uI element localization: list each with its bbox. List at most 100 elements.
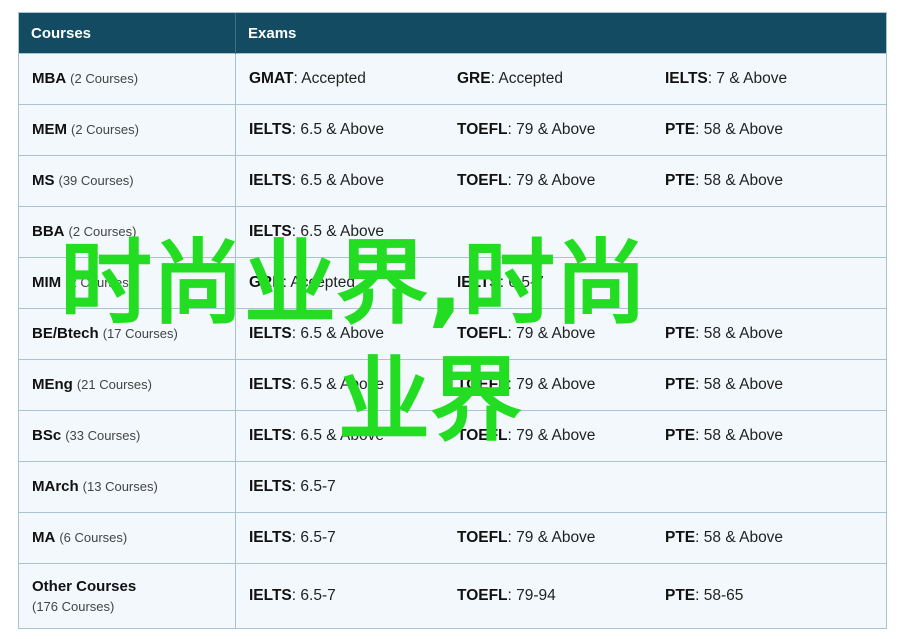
exam-name: IELTS — [249, 223, 292, 240]
course-name: MA — [32, 529, 56, 546]
course-cell: BSc (33 Courses) — [19, 410, 236, 462]
exam-name: PTE — [665, 325, 696, 342]
exam-name: PTE — [665, 587, 696, 604]
exam-requirement: TOEFL: 79 & Above — [457, 427, 665, 445]
exam-name: IELTS — [249, 172, 292, 189]
exam-requirement: TOEFL: 79-94 — [457, 587, 665, 605]
exam-score: : 6.5 & Above — [291, 121, 384, 138]
exam-score: : 79-94 — [507, 587, 556, 604]
table-row: MArch (13 Courses) IELTS: 6.5-7 — [19, 461, 886, 513]
table-row: BE/Btech (17 Courses) IELTS: 6.5 & Above TO… — [19, 308, 886, 360]
courses-exams-table: Courses Exams MBA (2 Courses) GMAT: Accept… — [19, 13, 886, 628]
course-cell: Other Courses (176 Courses) — [19, 563, 236, 628]
exam-cell: GMAT: Accepted GRE: Accepted IELTS: 7 & Ab… — [235, 53, 886, 105]
exam-name: IELTS — [249, 427, 292, 444]
exam-name: IELTS — [249, 121, 292, 138]
exam-score: : 6.5-7 — [291, 587, 336, 604]
course-name: MBA — [32, 70, 67, 87]
course-name: BBA — [32, 223, 65, 240]
exam-name: TOEFL — [457, 172, 508, 189]
exam-requirement: TOEFL: 79 & Above — [457, 325, 665, 343]
course-cell: BBA (2 Courses) — [19, 206, 236, 258]
exam-name: TOEFL — [457, 376, 508, 393]
exam-score: : 6.5-7 — [291, 478, 336, 495]
course-cell: MA (6 Courses) — [19, 512, 236, 564]
exam-score: : Accepted — [282, 274, 355, 291]
exam-name: IELTS — [457, 274, 500, 291]
exam-cell: IELTS: 6.5 & Above TOEFL: 79 & Above PTE: … — [235, 104, 886, 156]
course-name: MEM — [32, 121, 67, 138]
exam-name: PTE — [665, 427, 696, 444]
exam-requirements: IELTS: 6.5-7 TOEFL: 79-94 PTE: 58-65 — [236, 587, 886, 605]
exam-name: TOEFL — [457, 121, 508, 138]
exam-requirement — [665, 274, 873, 292]
exam-cell: IELTS: 6.5-7 TOEFL: 79 & Above PTE: 58 & A… — [235, 512, 886, 564]
exam-cell: IELTS: 6.5 & Above TOEFL: 79 & Above PTE: … — [235, 155, 886, 207]
exam-requirement: GRE: Accepted — [457, 70, 665, 88]
exam-requirement: TOEFL: 79 & Above — [457, 172, 665, 190]
exam-name: PTE — [665, 376, 696, 393]
table-body: MBA (2 Courses) GMAT: Accepted GRE: Accepte… — [19, 53, 886, 628]
course-cell: MEM (2 Courses) — [19, 104, 236, 156]
exam-requirement: IELTS: 6.5-7 — [249, 587, 457, 605]
exam-requirement — [457, 478, 665, 496]
exam-requirement: IELTS: 6.5 & Above — [249, 325, 457, 343]
exam-cell: IELTS: 6.5 & Above TOEFL: 79 & Above PTE: … — [235, 410, 886, 462]
exam-requirement: PTE: 58 & Above — [665, 121, 873, 139]
exam-name: GRE — [249, 274, 283, 291]
exam-score: : 79 & Above — [507, 529, 596, 546]
table-row: MA (6 Courses) IELTS: 6.5-7 TOEFL: 79 & Abo… — [19, 512, 886, 564]
exam-name: IELTS — [249, 376, 292, 393]
exam-requirement: PTE: 58 & Above — [665, 427, 873, 445]
course-count: (39 Courses) — [58, 173, 134, 188]
exam-requirements: IELTS: 6.5 & Above TOEFL: 79 & Above PTE: … — [236, 427, 886, 445]
exam-score: : 79 & Above — [507, 172, 596, 189]
exam-requirements: GRE: Accepted IELTS: 6.5-7 — [236, 274, 886, 292]
exam-requirement: IELTS: 7 & Above — [665, 70, 873, 88]
exam-score: : 79 & Above — [507, 427, 596, 444]
exam-requirement: PTE: 58 & Above — [665, 172, 873, 190]
exam-requirement: IELTS: 6.5 & Above — [249, 172, 457, 190]
exam-name: PTE — [665, 121, 696, 138]
course-cell: MIM (2 Courses) — [19, 257, 236, 309]
exam-name: IELTS — [249, 325, 292, 342]
course-name: Other Courses — [32, 578, 137, 595]
exam-score: : 79 & Above — [507, 325, 596, 342]
exam-score: : 6.5 & Above — [291, 325, 384, 342]
exam-requirement: IELTS: 6.5 & Above — [249, 223, 457, 241]
exam-score: : 6.5 & Above — [291, 376, 384, 393]
exam-requirement: GRE: Accepted — [249, 274, 457, 292]
exam-requirement — [665, 223, 873, 241]
exam-requirements: IELTS: 6.5-7 — [236, 478, 886, 496]
exam-score: : 6.5 & Above — [291, 223, 384, 240]
exam-name: TOEFL — [457, 587, 508, 604]
exam-requirement: TOEFL: 79 & Above — [457, 121, 665, 139]
course-cell: MArch (13 Courses) — [19, 461, 236, 513]
course-cell: BE/Btech (17 Courses) — [19, 308, 236, 360]
exam-requirement: PTE: 58 & Above — [665, 376, 873, 394]
table-row: MEM (2 Courses) IELTS: 6.5 & Above TOEFL: 7… — [19, 104, 886, 156]
exam-cell: IELTS: 6.5-7 — [235, 461, 886, 513]
course-name: MEng — [32, 376, 73, 393]
exam-score: : Accepted — [490, 70, 563, 87]
course-cell: MBA (2 Courses) — [19, 53, 236, 105]
course-name: MS — [32, 172, 55, 189]
exam-requirements: IELTS: 6.5 & Above — [236, 223, 886, 241]
exam-score: : 58 & Above — [695, 121, 784, 138]
exam-score: : 58 & Above — [695, 376, 784, 393]
course-name: BE/Btech — [32, 325, 99, 342]
exam-name: TOEFL — [457, 325, 508, 342]
exam-requirement — [665, 478, 873, 496]
exam-requirement: TOEFL: 79 & Above — [457, 376, 665, 394]
course-name: MIM — [32, 274, 62, 291]
table-row: Other Courses (176 Courses) IELTS: 6.5-7 TO… — [19, 563, 886, 628]
exam-requirement: IELTS: 6.5 & Above — [249, 376, 457, 394]
exam-score: : 58 & Above — [695, 427, 784, 444]
exam-score: : 6.5 & Above — [291, 172, 384, 189]
exam-requirements: GMAT: Accepted GRE: Accepted IELTS: 7 & Ab… — [236, 70, 886, 88]
course-count: (2 Courses) — [68, 224, 137, 239]
course-count: (2 Courses) — [65, 275, 134, 290]
exam-requirement: PTE: 58 & Above — [665, 529, 873, 547]
exam-requirements: IELTS: 6.5 & Above TOEFL: 79 & Above PTE: … — [236, 376, 886, 394]
exam-name: IELTS — [249, 529, 292, 546]
